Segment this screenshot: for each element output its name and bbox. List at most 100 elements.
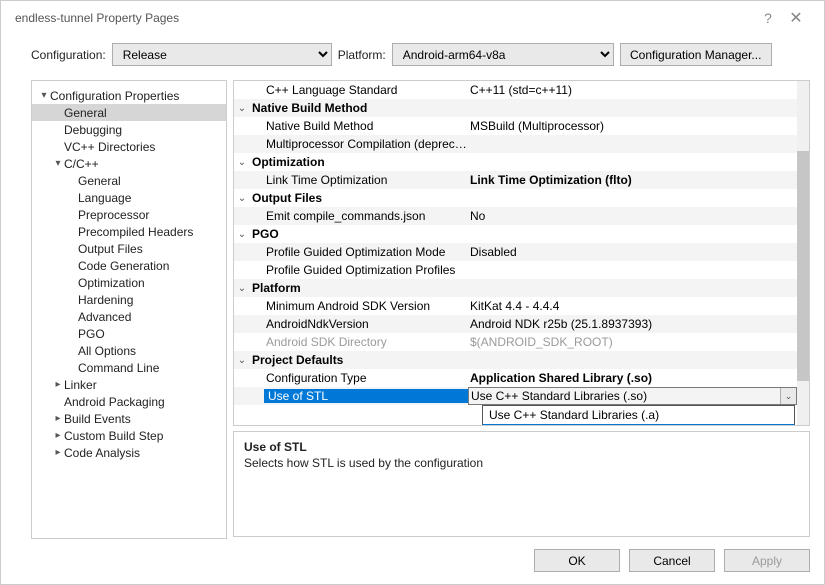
property-value: C++11 (std=c++11) <box>468 83 797 97</box>
chevron-right-icon[interactable]: ▸ <box>52 430 64 441</box>
tree-item[interactable]: Language <box>32 189 226 206</box>
property-row[interactable]: Profile Guided Optimization ModeDisabled <box>234 243 797 261</box>
tree-item-label: Language <box>78 191 131 205</box>
scrollbar[interactable] <box>797 81 809 425</box>
property-row[interactable]: AndroidNdkVersionAndroid NDK r25b (25.1.… <box>234 315 797 333</box>
property-row[interactable]: Emit compile_commands.jsonNo <box>234 207 797 225</box>
category-label: Optimization <box>250 155 468 169</box>
tree-item-label: Command Line <box>78 361 159 375</box>
tree-item[interactable]: PGO <box>32 325 226 342</box>
ok-button[interactable]: OK <box>534 549 620 572</box>
chevron-down-icon[interactable]: ⌄ <box>234 355 250 366</box>
property-label: Android SDK Directory <box>250 335 468 349</box>
property-row[interactable]: Native Build MethodMSBuild (Multiprocess… <box>234 117 797 135</box>
chevron-down-icon[interactable]: ⌄ <box>234 157 250 168</box>
configuration-manager-button[interactable]: Configuration Manager... <box>620 43 772 66</box>
tree-item-label: General <box>64 106 107 120</box>
config-toolbar: Configuration: Release Platform: Android… <box>1 35 824 76</box>
property-value: MSBuild (Multiprocessor) <box>468 119 797 133</box>
cancel-button[interactable]: Cancel <box>629 549 715 572</box>
property-row[interactable]: Profile Guided Optimization Profiles <box>234 261 797 279</box>
property-tree[interactable]: ▾Configuration PropertiesGeneralDebuggin… <box>31 80 227 539</box>
category-label: Native Build Method <box>250 101 468 115</box>
tree-item-label: Optimization <box>78 276 145 290</box>
property-label: Emit compile_commands.json <box>250 209 468 223</box>
tree-item-label: Custom Build Step <box>64 429 163 443</box>
stl-dropdown[interactable]: Use C++ Standard Libraries (.a)Use C++ S… <box>482 405 795 426</box>
tree-item[interactable]: Hardening <box>32 291 226 308</box>
property-value: Application Shared Library (.so) <box>468 371 797 385</box>
dialog-footer: OK Cancel Apply <box>1 539 824 572</box>
tree-item-label: Configuration Properties <box>50 89 179 103</box>
tree-item[interactable]: VC++ Directories <box>32 138 226 155</box>
property-value: No <box>468 209 797 223</box>
tree-item-label: General <box>78 174 121 188</box>
tree-item[interactable]: General <box>32 104 226 121</box>
window-title: endless-tunnel Property Pages <box>15 11 754 25</box>
property-label: Multiprocessor Compilation (deprecated) <box>250 137 468 151</box>
tree-item[interactable]: Android Packaging <box>32 393 226 410</box>
property-grid[interactable]: C++ Language StandardC++11 (std=c++11)⌄N… <box>233 80 810 426</box>
tree-item[interactable]: Optimization <box>32 274 226 291</box>
configuration-select[interactable]: Release <box>112 43 332 66</box>
property-row[interactable]: Use of STLUse C++ Standard Libraries (.s… <box>234 387 797 405</box>
tree-item-label: Output Files <box>78 242 143 256</box>
tree-item[interactable]: Advanced <box>32 308 226 325</box>
property-label: Profile Guided Optimization Mode <box>250 245 468 259</box>
help-icon[interactable]: ? <box>754 10 782 26</box>
chevron-right-icon[interactable]: ▸ <box>52 413 64 424</box>
dropdown-button[interactable]: ⌄ <box>780 388 796 404</box>
property-label: Link Time Optimization <box>250 173 468 187</box>
property-value: $(ANDROID_SDK_ROOT) <box>468 335 797 349</box>
property-row[interactable]: Minimum Android SDK VersionKitKat 4.4 - … <box>234 297 797 315</box>
tree-item[interactable]: ▾C/C++ <box>32 155 226 172</box>
property-value-editor[interactable]: Use C++ Standard Libraries (.so)⌄ <box>468 387 797 405</box>
tree-item-label: Build Events <box>64 412 131 426</box>
chevron-down-icon[interactable]: ⌄ <box>234 229 250 240</box>
property-row[interactable]: Android SDK Directory$(ANDROID_SDK_ROOT) <box>234 333 797 351</box>
platform-label: Platform: <box>338 48 386 62</box>
chevron-down-icon[interactable]: ⌄ <box>234 193 250 204</box>
property-row[interactable]: C++ Language StandardC++11 (std=c++11) <box>234 81 797 99</box>
category-label: Platform <box>250 281 468 295</box>
tree-item[interactable]: ▸Custom Build Step <box>32 427 226 444</box>
tree-item[interactable]: Code Generation <box>32 257 226 274</box>
tree-item-label: Linker <box>64 378 97 392</box>
apply-button[interactable]: Apply <box>724 549 810 572</box>
tree-item[interactable]: All Options <box>32 342 226 359</box>
chevron-down-icon[interactable]: ⌄ <box>234 103 250 114</box>
property-category: ⌄PGO <box>234 225 797 243</box>
chevron-down-icon[interactable]: ▾ <box>52 158 64 169</box>
property-label: Minimum Android SDK Version <box>250 299 468 313</box>
tree-item-label: Code Generation <box>78 259 169 273</box>
tree-item-label: All Options <box>78 344 136 358</box>
property-row[interactable]: Configuration TypeApplication Shared Lib… <box>234 369 797 387</box>
scrollbar-thumb[interactable] <box>797 151 809 381</box>
tree-item[interactable]: Debugging <box>32 121 226 138</box>
dropdown-option[interactable]: Use C++ Standard Libraries (.a) <box>483 406 794 424</box>
platform-select[interactable]: Android-arm64-v8a <box>392 43 614 66</box>
tree-item[interactable]: General <box>32 172 226 189</box>
tree-item[interactable]: Output Files <box>32 240 226 257</box>
chevron-right-icon[interactable]: ▸ <box>52 447 64 458</box>
chevron-down-icon[interactable]: ⌄ <box>234 283 250 294</box>
chevron-right-icon[interactable]: ▸ <box>52 379 64 390</box>
property-category: ⌄Platform <box>234 279 797 297</box>
tree-item[interactable]: ▸Code Analysis <box>32 444 226 461</box>
property-row[interactable]: Multiprocessor Compilation (deprecated) <box>234 135 797 153</box>
close-icon[interactable]: ✕ <box>782 8 810 28</box>
tree-item[interactable]: ▾Configuration Properties <box>32 87 226 104</box>
tree-item-label: C/C++ <box>64 157 99 171</box>
tree-item-label: Advanced <box>78 310 131 324</box>
property-value: Use C++ Standard Libraries (.so) <box>469 389 780 403</box>
tree-item[interactable]: Command Line <box>32 359 226 376</box>
dropdown-option[interactable]: Use C++ Standard Libraries (.so) <box>483 424 794 426</box>
tree-item[interactable]: Preprocessor <box>32 206 226 223</box>
property-value: Android NDK r25b (25.1.8937393) <box>468 317 797 331</box>
tree-item[interactable]: Precompiled Headers <box>32 223 226 240</box>
category-label: Output Files <box>250 191 468 205</box>
tree-item[interactable]: ▸Linker <box>32 376 226 393</box>
tree-item[interactable]: ▸Build Events <box>32 410 226 427</box>
property-row[interactable]: Link Time OptimizationLink Time Optimiza… <box>234 171 797 189</box>
chevron-down-icon[interactable]: ▾ <box>38 90 50 101</box>
